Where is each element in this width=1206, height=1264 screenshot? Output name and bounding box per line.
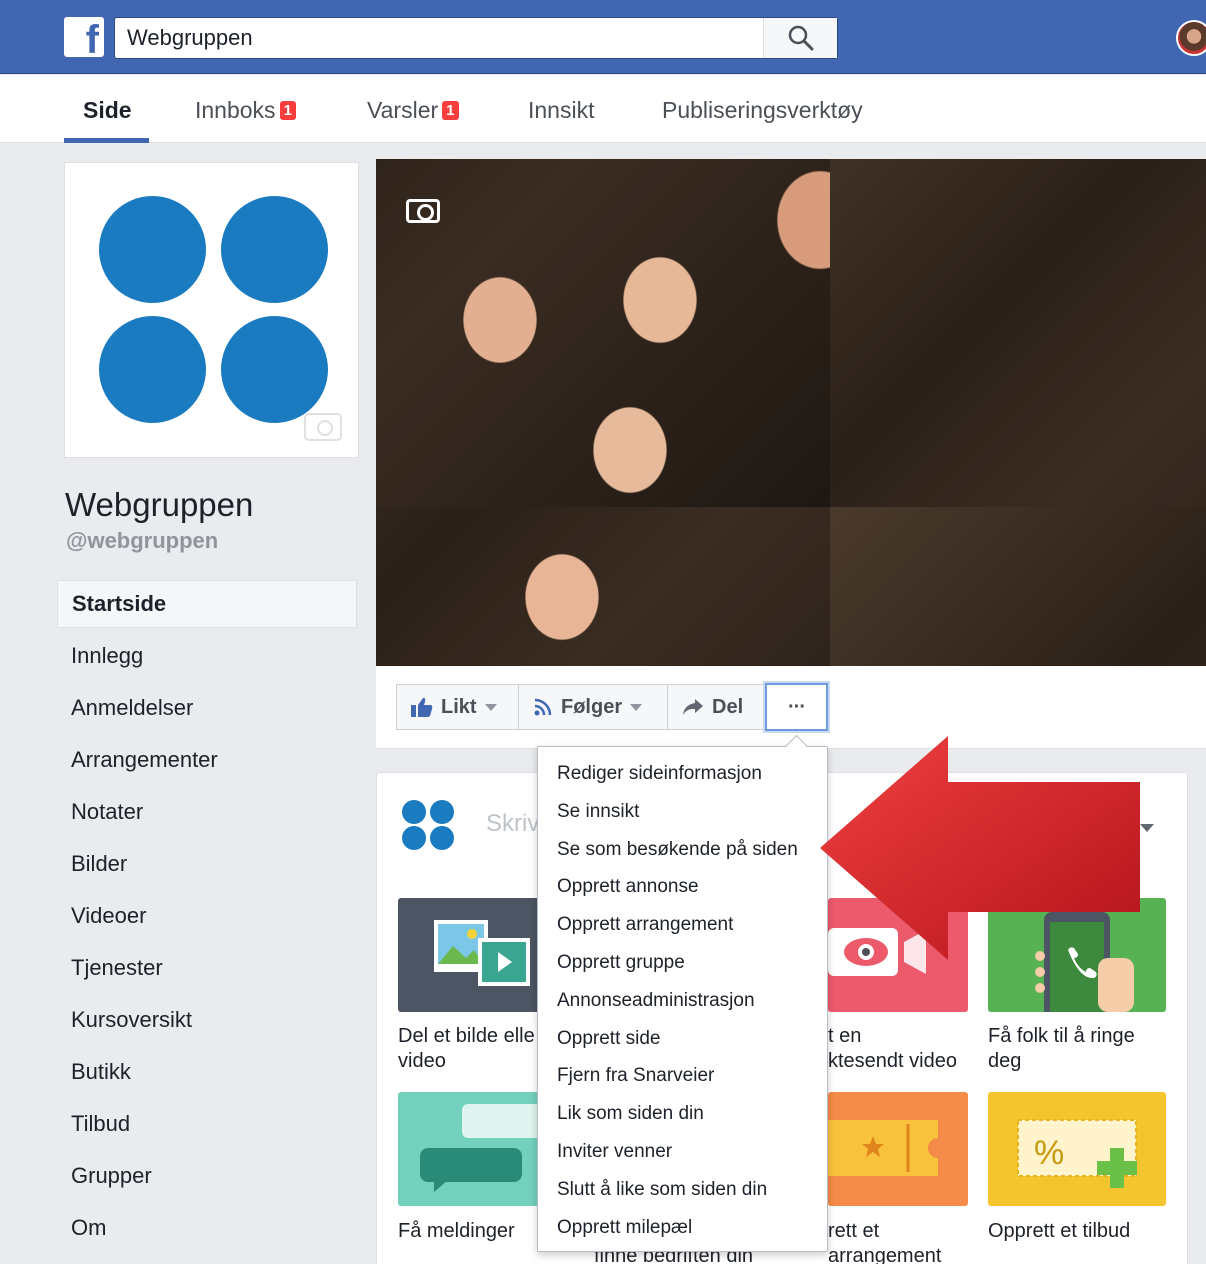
tab-innboks[interactable]: Innboks 1 — [195, 97, 296, 124]
menu-item-opprett-gruppe[interactable]: Opprett gruppe — [538, 945, 827, 983]
menu-item-se-som-besokende[interactable]: Se som besøkende på siden — [538, 832, 827, 870]
menu-item-opprett-annonse[interactable]: Opprett annonse — [538, 869, 827, 907]
more-options-dropdown: Rediger sideinformasjon Se innsikt Se so… — [537, 746, 828, 1252]
sidebar-item-anmeldelser[interactable]: Anmeldelser — [57, 684, 357, 736]
menu-item-lik-som-siden-din[interactable]: Lik som siden din — [538, 1096, 827, 1134]
photo-video-icon — [434, 920, 530, 986]
logo-dot — [99, 196, 206, 303]
tile-create-offer[interactable]: % — [988, 1092, 1166, 1206]
logo-dot — [221, 316, 328, 423]
sidebar-item-notater[interactable]: Notater — [57, 788, 357, 840]
menu-item-rediger-sideinformasjon[interactable]: Rediger sideinformasjon — [538, 756, 827, 794]
tile-label: Opprett et tilbud — [988, 1220, 1131, 1242]
search-button[interactable] — [763, 18, 837, 58]
search-box — [114, 17, 838, 59]
logo-dot — [99, 316, 206, 423]
sidebar-item-innlegg[interactable]: Innlegg — [57, 632, 357, 684]
tile-label: Få folk til å ringe deg — [988, 1025, 1135, 1072]
sidebar-item-om[interactable]: Om — [57, 1204, 357, 1256]
search-icon — [788, 25, 813, 51]
share-arrow-icon — [683, 699, 703, 715]
follow-button[interactable]: Følger — [518, 684, 668, 730]
rss-follow-icon — [534, 698, 552, 716]
tile-label: Få meldinger — [398, 1220, 515, 1242]
page-sidebar-nav: Startside Innlegg Anmeldelser Arrangemen… — [57, 580, 357, 1256]
logo-dot — [221, 196, 328, 303]
tab-publiseringsverktoy[interactable]: Publiseringsverktøy — [662, 97, 863, 124]
notification-badge: 1 — [279, 101, 296, 120]
ellipsis-icon: ··· — [788, 695, 806, 718]
sidebar-item-arrangementer[interactable]: Arrangementer — [57, 736, 357, 788]
tile-label: Del et bilde elle video — [398, 1025, 535, 1072]
page-tab-bar: Side Innboks 1 Varsler 1 Innsikt Publiseri… — [0, 75, 1206, 143]
sidebar-item-startside[interactable]: Startside — [57, 580, 357, 628]
sidebar-item-grupper[interactable]: Grupper — [57, 1152, 357, 1204]
menu-item-opprett-milepael[interactable]: Opprett milepæl — [538, 1210, 827, 1248]
like-button[interactable]: Likt — [396, 684, 519, 730]
top-navigation-bar: f — [0, 0, 1206, 74]
sidebar-item-tilbud[interactable]: Tilbud — [57, 1100, 357, 1152]
menu-item-se-innsikt[interactable]: Se innsikt — [538, 794, 827, 832]
menu-item-fjern-fra-snarveier[interactable]: Fjern fra Snarveier — [538, 1058, 827, 1096]
sidebar-item-butikk[interactable]: Butikk — [57, 1048, 357, 1100]
red-arrow-annotation — [820, 736, 1140, 960]
camera-icon[interactable] — [406, 199, 440, 223]
page-handle[interactable]: @webgruppen — [66, 528, 218, 554]
notification-badge: 1 — [442, 101, 459, 120]
tab-varsler[interactable]: Varsler 1 — [367, 97, 459, 124]
tab-innsikt[interactable]: Innsikt — [528, 97, 594, 124]
profile-picture[interactable] — [64, 162, 359, 458]
thumbs-up-icon — [411, 697, 433, 717]
sidebar-item-kursoversikt[interactable]: Kursoversikt — [57, 996, 357, 1048]
tab-side[interactable]: Side — [83, 97, 132, 124]
sidebar-item-videoer[interactable]: Videoer — [57, 892, 357, 944]
more-options-button[interactable]: ··· — [765, 683, 828, 731]
chevron-down-icon — [630, 703, 643, 711]
chevron-down-icon[interactable] — [1140, 824, 1154, 832]
ticket-icon — [828, 1120, 948, 1176]
facebook-logo-icon[interactable]: f — [64, 17, 104, 62]
menu-item-slutt-a-like[interactable]: Slutt å like som siden din — [538, 1172, 827, 1210]
cover-photo[interactable] — [376, 159, 1206, 666]
tile-create-event[interactable] — [828, 1092, 968, 1206]
menu-item-opprett-arrangement[interactable]: Opprett arrangement — [538, 907, 827, 945]
camera-icon[interactable] — [304, 413, 342, 441]
tile-get-messages[interactable] — [398, 1092, 548, 1206]
offer-coupon-icon: % — [1017, 1119, 1137, 1188]
tile-share-photo[interactable] — [398, 898, 548, 1012]
tile-label: t en ktesendt video — [828, 1025, 957, 1072]
sidebar-item-tjenester[interactable]: Tjenester — [57, 944, 357, 996]
menu-item-annonseadministrasjon[interactable]: Annonseadministrasjon — [538, 983, 827, 1021]
chevron-down-icon — [484, 703, 497, 711]
chat-bubbles-icon — [420, 1104, 548, 1192]
sidebar-item-bilder[interactable]: Bilder — [57, 840, 357, 892]
user-avatar[interactable] — [1176, 20, 1206, 56]
page-title: Webgruppen — [65, 486, 254, 523]
search-input[interactable] — [115, 18, 765, 58]
menu-item-opprett-side[interactable]: Opprett side — [538, 1021, 827, 1059]
page-mini-logo — [402, 800, 456, 852]
share-button[interactable]: Del — [667, 684, 765, 730]
composer-input[interactable]: Skriv — [486, 810, 539, 838]
menu-item-inviter-venner[interactable]: Inviter venner — [538, 1134, 827, 1172]
svg-text:%: % — [1034, 1134, 1064, 1172]
tile-label: rett et arrangement — [828, 1220, 942, 1264]
active-tab-indicator — [64, 138, 149, 143]
